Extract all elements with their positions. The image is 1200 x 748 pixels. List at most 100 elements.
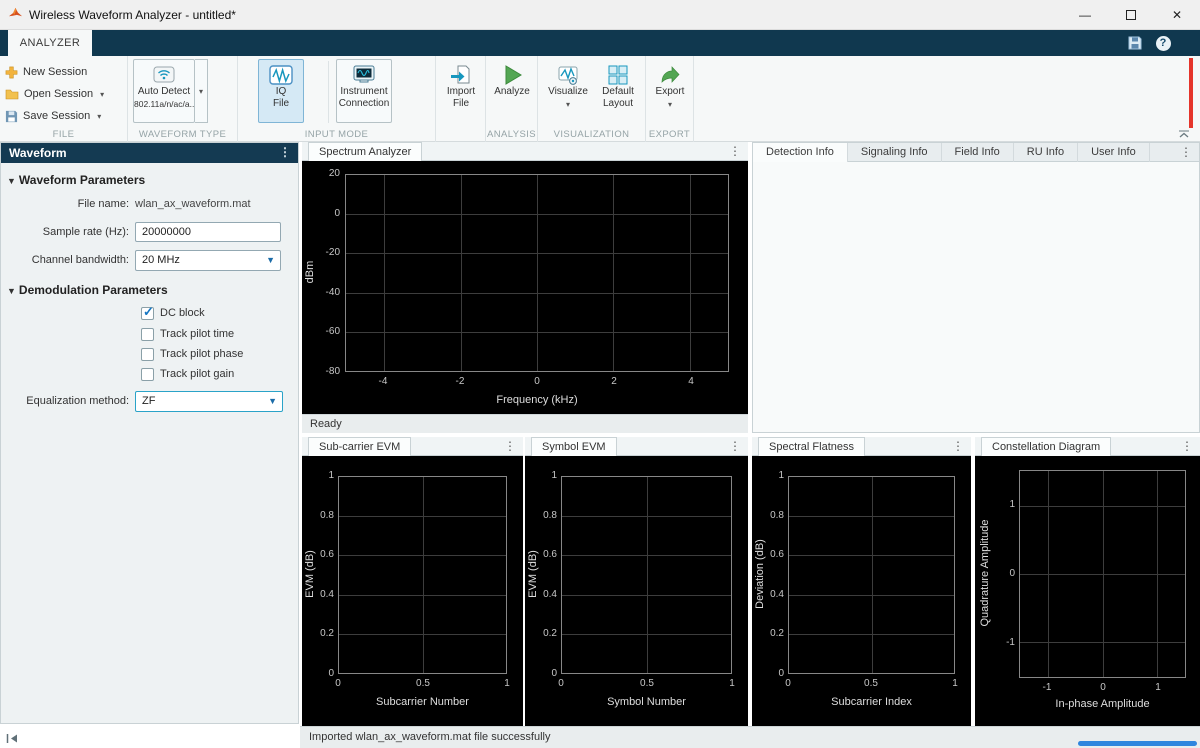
analyze-play-icon — [501, 64, 523, 86]
spectral-flatness-menu-icon[interactable]: ⋮ — [952, 438, 964, 455]
minimize-button[interactable]: — — [1062, 0, 1108, 30]
x-tick: 0 — [1091, 682, 1115, 693]
visualize-icon — [557, 64, 579, 86]
y-tick: -20 — [316, 247, 340, 258]
x-axis-label: Frequency (kHz) — [345, 394, 729, 406]
x-tick: 0 — [773, 678, 803, 689]
y-tick: 1 — [760, 470, 784, 481]
waveform-parameters-toggle[interactable]: ▼Waveform Parameters — [7, 173, 145, 187]
iq-file-button[interactable]: IQ File — [258, 59, 304, 123]
info-panel-menu-icon[interactable]: ⋮ — [1180, 144, 1192, 161]
auto-detect-icon — [152, 64, 176, 86]
maximize-button[interactable] — [1108, 0, 1154, 30]
symbol-evm-panel: Symbol EVM ⋮ 1 0.8 0.6 0.4 0.2 0 0 0.5 1… — [525, 437, 748, 726]
chevron-down-icon: ▼ — [266, 251, 275, 270]
horizontal-scrollbar-thumb[interactable] — [1078, 741, 1197, 746]
open-session-button[interactable]: Open Session ▾ — [5, 84, 104, 104]
import-file-label-2: File — [453, 98, 469, 110]
instrument-connection-icon — [351, 64, 377, 86]
import-file-label-1: Import — [447, 86, 475, 98]
section-label-waveform-type: WAVEFORM TYPE — [128, 129, 237, 140]
section-file: New Session Open Session ▾ Save Session … — [0, 56, 128, 142]
demodulation-parameters-toggle[interactable]: ▼Demodulation Parameters — [7, 283, 168, 297]
checkbox-label: Track pilot time — [160, 328, 234, 340]
save-session-caret-icon[interactable]: ▾ — [97, 112, 101, 121]
x-tick: -1 — [1035, 682, 1059, 693]
equalization-method-select[interactable]: ZF ▼ — [135, 391, 283, 412]
channel-bandwidth-select[interactable]: 20 MHz ▼ — [135, 250, 281, 271]
toolstrip-collapse-button[interactable] — [1176, 128, 1192, 140]
waveform-type-caret[interactable]: ▾ — [195, 59, 208, 123]
tab-field-info[interactable]: Field Info — [942, 143, 1014, 162]
channel-bandwidth-value: 20 MHz — [142, 254, 180, 266]
x-tick: 2 — [599, 376, 629, 387]
open-session-caret-icon[interactable]: ▾ — [100, 90, 104, 99]
visualize-caret-icon[interactable]: ▾ — [566, 99, 570, 111]
checkbox-label: Track pilot phase — [160, 348, 243, 360]
symbol-evm-menu-icon[interactable]: ⋮ — [729, 438, 741, 455]
auto-detect-button[interactable]: Auto Detect 802.11a/n/ac/a... — [133, 59, 195, 123]
import-file-button[interactable]: Import File — [439, 59, 483, 123]
constellation-menu-icon[interactable]: ⋮ — [1181, 438, 1193, 455]
spectral-flatness-chart: 1 0.8 0.6 0.4 0.2 0 0 0.5 1 Deviation (d… — [752, 456, 971, 726]
x-tick: 0.5 — [632, 678, 662, 689]
help-button[interactable]: ? — [1152, 34, 1174, 52]
collapse-panel-button[interactable] — [6, 731, 20, 743]
y-tick: 20 — [316, 168, 340, 179]
visualize-button[interactable]: Visualize ▾ — [545, 59, 591, 123]
info-tab-bar: Detection Info Signaling Info Field Info… — [753, 143, 1199, 162]
subcarrier-evm-chart: 1 0.8 0.6 0.4 0.2 0 0 0.5 1 EVM (dB) Sub… — [302, 456, 523, 726]
symbol-evm-tab[interactable]: Symbol EVM — [531, 437, 617, 456]
channel-bandwidth-label: Channel bandwidth: — [1, 254, 129, 266]
x-tick: 1 — [492, 678, 522, 689]
constellation-tab[interactable]: Constellation Diagram — [981, 437, 1111, 456]
input-mode-divider — [328, 61, 329, 123]
tab-detection-info[interactable]: Detection Info — [753, 143, 848, 162]
open-session-label: Open Session — [24, 88, 93, 100]
save-session-button[interactable]: Save Session ▾ — [5, 106, 101, 126]
export-caret-icon[interactable]: ▾ — [668, 99, 672, 111]
export-icon — [659, 64, 681, 86]
demodulation-parameters-title: Demodulation Parameters — [19, 283, 168, 297]
subcarrier-evm-tab[interactable]: Sub-carrier EVM — [308, 437, 411, 456]
x-axis-label: Subcarrier Index — [788, 696, 955, 708]
spectral-flatness-tab[interactable]: Spectral Flatness — [758, 437, 865, 456]
waveform-panel-menu-icon[interactable]: ⋮ — [279, 144, 291, 161]
close-button[interactable]: ✕ — [1154, 0, 1200, 30]
sample-rate-input[interactable] — [135, 222, 281, 242]
maximize-icon — [1126, 10, 1136, 20]
help-icon: ? — [1156, 36, 1171, 51]
x-tick: 0.5 — [856, 678, 886, 689]
export-label: Export — [656, 86, 685, 98]
x-tick: -2 — [445, 376, 475, 387]
x-tick: 0 — [323, 678, 353, 689]
iq-file-icon — [268, 64, 294, 86]
instrument-connection-button[interactable]: Instrument Connection — [336, 59, 392, 123]
toolstrip: New Session Open Session ▾ Save Session … — [0, 56, 1200, 142]
visualize-label: Visualize — [548, 86, 588, 98]
tab-analyzer[interactable]: ANALYZER — [8, 30, 92, 56]
wireless-waveform-analyzer-window: Wireless Waveform Analyzer - untitled* —… — [0, 0, 1200, 748]
tab-ru-info[interactable]: RU Info — [1014, 143, 1078, 162]
default-layout-button[interactable]: Default Layout — [595, 59, 641, 123]
subcarrier-evm-menu-icon[interactable]: ⋮ — [504, 438, 516, 455]
spectrum-analyzer-tab[interactable]: Spectrum Analyzer — [308, 142, 422, 161]
ribbon-tabstrip: ANALYZER ? — [0, 30, 1200, 56]
file-name-value: wlan_ax_waveform.mat — [135, 198, 251, 210]
constellation-chart: 1 0 -1 -1 0 1 Quadrature Amplitude In-ph… — [975, 456, 1200, 726]
tab-signaling-info[interactable]: Signaling Info — [848, 143, 942, 162]
tab-user-info[interactable]: User Info — [1078, 143, 1150, 162]
instrument-label-2: Connection — [339, 98, 390, 110]
new-session-button[interactable]: New Session — [5, 62, 87, 82]
spectrum-analyzer-menu-icon[interactable]: ⋮ — [729, 143, 741, 160]
status-bar: Imported wlan_ax_waveform.mat file succe… — [300, 726, 1200, 748]
export-button[interactable]: Export ▾ — [648, 59, 692, 123]
y-tick: 0 — [316, 208, 340, 219]
analyze-button[interactable]: Analyze — [490, 59, 534, 123]
quick-save-button[interactable] — [1124, 34, 1146, 52]
section-label-analysis: ANALYSIS — [486, 129, 537, 140]
toolstrip-edge-indicator — [1189, 58, 1193, 128]
y-tick: 1 — [310, 470, 334, 481]
symbol-evm-header: Symbol EVM ⋮ — [525, 437, 748, 456]
titlebar: Wireless Waveform Analyzer - untitled* —… — [0, 0, 1200, 30]
